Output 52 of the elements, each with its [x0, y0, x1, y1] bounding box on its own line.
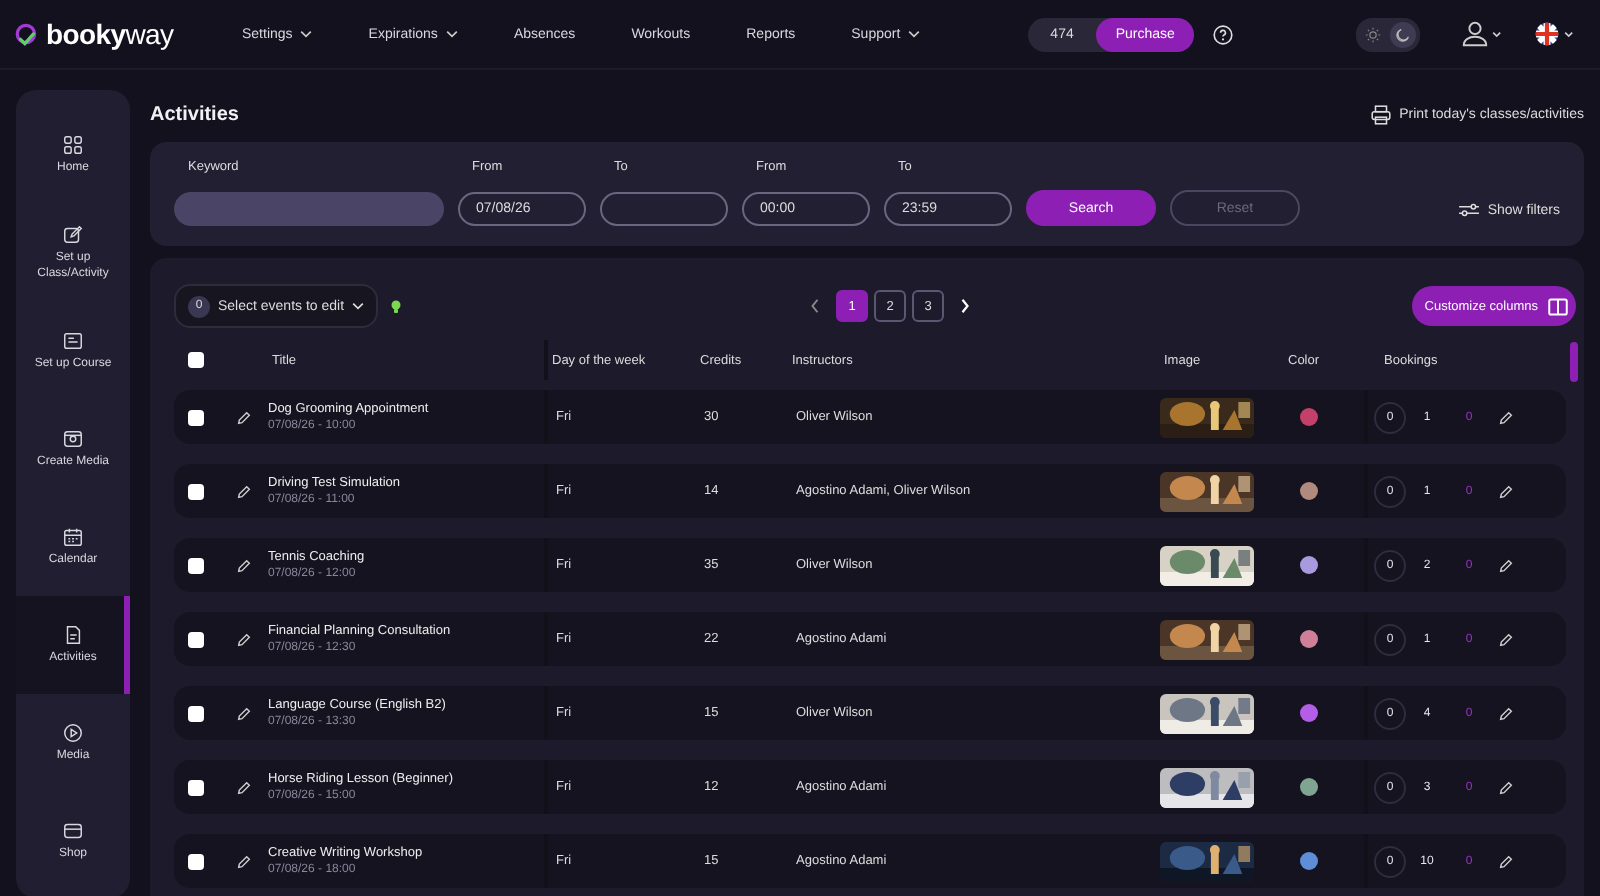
pencil-icon[interactable]: [1498, 853, 1514, 869]
pencil-icon[interactable]: [236, 409, 252, 425]
user-icon[interactable]: [1460, 20, 1504, 48]
columns-icon: [1548, 297, 1568, 315]
next-page-icon[interactable]: [960, 298, 971, 314]
sidebar-icon: [62, 525, 84, 548]
caret-icon: [352, 302, 365, 310]
row-checkbox[interactable]: [188, 705, 204, 721]
printer-icon: [1369, 103, 1392, 126]
pencil-icon[interactable]: [1498, 557, 1514, 573]
input-field[interactable]: [174, 192, 444, 226]
row-checkbox[interactable]: [188, 409, 204, 425]
pencil-icon[interactable]: [236, 631, 252, 647]
lightbulb-icon[interactable]: [390, 297, 403, 315]
help-icon[interactable]: [1212, 23, 1235, 45]
select-all-checkbox[interactable]: [188, 352, 204, 368]
caret-icon: [300, 30, 313, 38]
previous-page-icon[interactable]: [810, 298, 821, 314]
sliders-icon: [1457, 202, 1480, 218]
pencil-icon[interactable]: [236, 483, 252, 499]
pencil-icon[interactable]: [1498, 631, 1514, 647]
sidebar-icon: [62, 819, 84, 842]
flag-icon[interactable]: [1532, 20, 1576, 48]
caret-icon: [445, 30, 458, 38]
sidebar-icon: [62, 133, 84, 156]
caret-icon: [908, 30, 921, 38]
row-checkbox[interactable]: [188, 557, 204, 573]
row-checkbox[interactable]: [188, 779, 204, 795]
logo-icon: [14, 21, 40, 47]
pencil-icon[interactable]: [1498, 409, 1514, 425]
scrollbar-thumb[interactable]: [1570, 342, 1578, 382]
theme-toggle[interactable]: [1356, 17, 1420, 51]
pencil-icon[interactable]: [1498, 779, 1514, 795]
sidebar-icon: [62, 721, 84, 744]
pencil-icon[interactable]: [236, 779, 252, 795]
sidebar-icon: [62, 623, 84, 646]
pencil-icon[interactable]: [236, 705, 252, 721]
brand-name: bookyway: [46, 18, 174, 50]
pencil-icon[interactable]: [1498, 705, 1514, 721]
pencil-icon[interactable]: [236, 557, 252, 573]
row-checkbox[interactable]: [188, 853, 204, 869]
input-field[interactable]: [600, 192, 728, 226]
row-checkbox[interactable]: [188, 631, 204, 647]
pencil-icon[interactable]: [1498, 483, 1514, 499]
sun-icon: [1364, 25, 1382, 43]
row-checkbox[interactable]: [188, 483, 204, 499]
moon-icon: [1394, 25, 1412, 43]
page-title: Activities: [150, 103, 241, 126]
pencil-icon[interactable]: [236, 853, 252, 869]
sidebar-icon: [62, 223, 84, 246]
sidebar-icon: [62, 329, 84, 352]
sidebar-icon: [62, 427, 84, 450]
